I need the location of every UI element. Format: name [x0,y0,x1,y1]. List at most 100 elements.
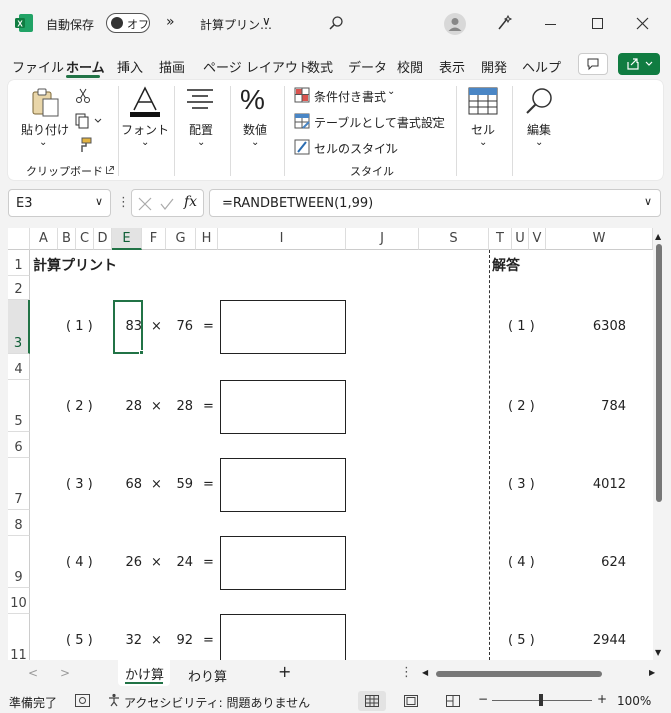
answer-value[interactable]: 624 [568,555,626,570]
search-editing-icon[interactable] [524,86,554,116]
answer-label[interactable]: ( 5 ) [508,633,552,648]
column-header[interactable]: V [529,228,546,250]
answer-box[interactable] [220,536,346,590]
equals-sign[interactable]: = [203,633,214,648]
maximize-icon[interactable] [592,18,603,29]
conditional-caret-icon[interactable]: ⌄ [387,86,395,97]
tab-9[interactable]: 開発 [481,57,507,76]
format-table-button[interactable]: テーブルとして書式設定 [314,114,445,131]
close-icon[interactable] [636,17,649,30]
conditional-format-button[interactable]: 条件付き書式 [314,88,386,105]
copilot-icon[interactable] [496,14,514,32]
copy-icon[interactable] [75,113,103,129]
answer-label[interactable]: ( 1 ) [508,319,552,334]
formula-bar-grip-icon[interactable]: ⋮ [117,195,130,210]
editing-button[interactable]: 編集 [514,121,564,138]
vertical-scroll-thumb[interactable] [656,244,662,502]
row-header[interactable]: 4 [8,354,30,380]
format-table-icon[interactable] [294,113,310,129]
answer-box[interactable] [220,380,346,434]
horizontal-scrollbar[interactable]: ◀ ▶ [420,667,661,681]
paste-caret-icon[interactable]: ⌄ [39,137,47,148]
row-header[interactable]: 11 [8,614,30,660]
answer-value[interactable]: 6308 [568,319,626,334]
problem-label[interactable]: ( 5 ) [66,633,110,648]
select-all-corner[interactable] [8,228,30,250]
share-button[interactable] [618,53,660,75]
format-table-caret-icon[interactable]: ⌄ [430,112,438,123]
answer-value[interactable]: 4012 [568,477,626,492]
tab-4[interactable]: ページ レイアウト [203,57,311,76]
answer-label[interactable]: ( 4 ) [508,555,552,570]
font-caret-icon[interactable]: ⌄ [141,137,149,148]
tab-split-grip-icon[interactable]: ⋮ [400,665,413,680]
sheet-tab-kakezan[interactable]: かけ算 [118,660,170,686]
minimize-icon[interactable] [545,24,556,25]
alignment-button[interactable]: 配置 [176,121,226,138]
column-header[interactable]: T [489,228,512,250]
tab-5[interactable]: 数式 [307,57,333,76]
name-box-dropdown-icon[interactable]: ∨ [95,195,103,208]
column-header[interactable]: J [346,228,419,250]
tab-3[interactable]: 描画 [159,57,185,76]
sheet-title[interactable]: 計算プリント [33,255,117,275]
cells-button[interactable]: セル [458,121,508,138]
equals-sign[interactable]: = [203,555,214,570]
column-header[interactable]: I [218,228,346,250]
page-break-view-icon[interactable] [446,695,460,707]
enter-icon[interactable] [160,197,174,211]
paste-icon[interactable] [30,88,62,118]
times-sign[interactable]: × [151,319,162,334]
problem-label[interactable]: ( 3 ) [66,477,110,492]
answer-label[interactable]: ( 2 ) [508,399,552,414]
problem-operand-b[interactable]: 76 [168,319,193,334]
fill-handle[interactable] [139,350,144,355]
cells-caret-icon[interactable]: ⌄ [479,137,487,148]
column-header[interactable]: S [419,228,489,250]
selected-cell-e3[interactable] [113,300,143,354]
prev-sheet-icon[interactable]: < [28,666,38,680]
alignment-icon[interactable] [186,88,214,112]
problem-label[interactable]: ( 4 ) [66,555,110,570]
answer-value[interactable]: 784 [568,399,626,414]
dialog-launcher-icon[interactable] [106,166,114,174]
cell-style-icon[interactable] [294,139,310,155]
format-painter-icon[interactable] [75,137,93,153]
problem-operand-a[interactable]: 26 [114,555,142,570]
row-header[interactable]: 5 [8,380,30,432]
scroll-down-icon[interactable]: ▼ [655,648,661,657]
page-layout-view-icon[interactable] [404,695,418,707]
percent-icon[interactable]: % [240,84,265,116]
problem-label[interactable]: ( 2 ) [66,399,110,414]
answer-box[interactable] [220,458,346,512]
macro-record-icon[interactable] [75,694,90,707]
cut-icon[interactable] [75,88,91,104]
alignment-caret-icon[interactable]: ⌄ [197,137,205,148]
column-header[interactable]: H [196,228,218,250]
tab-0[interactable]: ファイル [12,57,64,76]
horizontal-scroll-thumb[interactable] [436,671,602,677]
font-button[interactable]: フォント [120,121,170,138]
number-button[interactable]: 数値 [230,121,280,138]
conditional-format-icon[interactable] [294,87,310,103]
tab-2[interactable]: 挿入 [117,57,143,76]
scroll-left-icon[interactable]: ◀ [422,668,428,677]
times-sign[interactable]: × [151,477,162,492]
column-header[interactable]: C [76,228,94,250]
times-sign[interactable]: × [151,399,162,414]
row-header[interactable]: 1 [8,250,30,276]
times-sign[interactable]: × [151,555,162,570]
column-header[interactable]: W [546,228,653,250]
answer-box[interactable] [220,614,346,660]
search-icon[interactable] [328,15,344,31]
column-header[interactable]: E [112,228,142,250]
problem-operand-b[interactable]: 24 [168,555,193,570]
zoom-level[interactable]: 100% [617,694,651,708]
tab-1[interactable]: ホーム [66,57,105,76]
vertical-scrollbar[interactable]: ▲ ▼ [653,228,665,660]
tab-7[interactable]: 校閲 [397,57,423,76]
answer-box[interactable] [220,300,346,354]
worksheet-grid[interactable]: A B C D E F G H I J S T U V W 1 2 3 4 5 6 7 8 9 10 11 計算プリント 解答 ( 1 … [8,228,653,660]
row-header[interactable]: 7 [8,458,30,510]
zoom-in-button[interactable]: + [597,692,607,706]
